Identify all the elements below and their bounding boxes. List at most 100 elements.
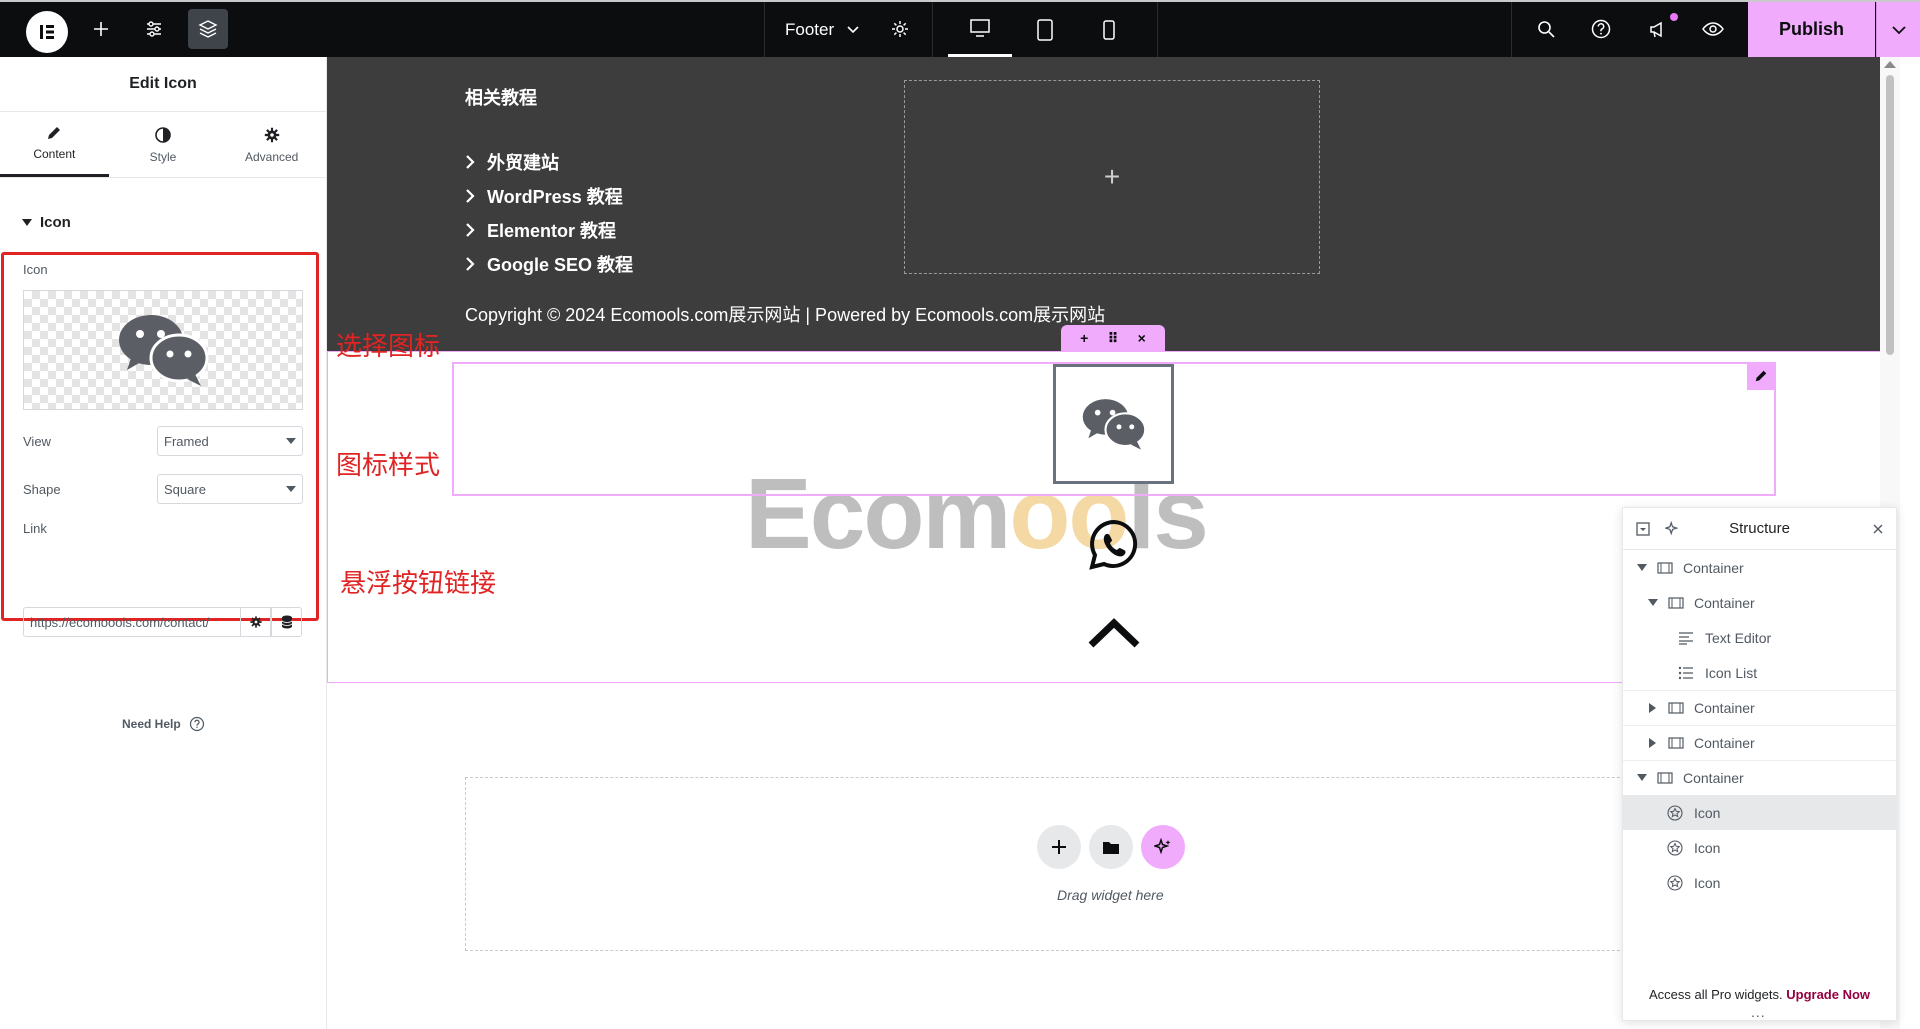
tab-advanced[interactable]: Advanced xyxy=(217,112,326,177)
desktop-icon xyxy=(970,19,990,37)
caret-down-icon xyxy=(286,486,296,492)
structure-footer: Access all Pro widgets. Upgrade Now xyxy=(1623,987,1896,1002)
structure-item-label: Icon xyxy=(1694,874,1721,891)
close-icon[interactable] xyxy=(1868,519,1888,539)
container-outline xyxy=(327,351,1900,352)
search-icon xyxy=(1538,21,1555,38)
star-circle-icon xyxy=(1667,874,1683,891)
panel-title: Edit Icon xyxy=(0,57,326,112)
tab-style[interactable]: Style xyxy=(109,112,218,177)
elementor-editor: Footer Publish Edit Icon Content Style A… xyxy=(0,0,1920,1029)
structure-item-container[interactable]: Container xyxy=(1623,690,1896,725)
structure-item-icon[interactable]: Icon xyxy=(1623,830,1896,865)
list-item[interactable]: Elementor 教程 xyxy=(465,213,633,247)
gear-icon xyxy=(249,616,262,628)
wechat-icon xyxy=(119,315,209,386)
footer-section: 相关教程 外贸建站 WordPress 教程 Elementor 教程 Goog… xyxy=(327,57,1900,351)
ai-generate-button[interactable] xyxy=(1141,825,1185,869)
list-item[interactable]: WordPress 教程 xyxy=(465,179,633,213)
caret-down-icon[interactable] xyxy=(1648,598,1658,608)
upgrade-now-link[interactable]: Upgrade Now xyxy=(1786,987,1870,1002)
tablet-view-button[interactable] xyxy=(1013,2,1077,57)
divider xyxy=(1511,2,1512,57)
list-item[interactable]: Google SEO 教程 xyxy=(465,247,633,281)
structure-item-container[interactable]: Container xyxy=(1623,725,1896,760)
mobile-icon xyxy=(1103,19,1115,40)
edit-widget-button[interactable] xyxy=(1747,362,1775,390)
shape-value: Square xyxy=(164,481,206,497)
scrollbar-thumb[interactable] xyxy=(1886,75,1894,355)
scroll-up-arrow-icon[interactable] xyxy=(1884,61,1896,68)
add-section-button[interactable] xyxy=(1037,825,1081,869)
gear-icon xyxy=(264,127,279,142)
scroll-to-top-icon[interactable] xyxy=(1087,613,1141,653)
chevron-down-icon xyxy=(847,25,859,33)
preview-button[interactable] xyxy=(1693,9,1733,49)
caret-right-icon[interactable] xyxy=(1648,738,1658,748)
search-button[interactable] xyxy=(1526,9,1566,49)
drag-handle[interactable]: ⠿ xyxy=(1108,330,1119,347)
chevron-right-icon xyxy=(466,223,475,237)
delete-container-button[interactable]: × xyxy=(1138,330,1146,346)
panel-tabs: Content Style Advanced xyxy=(0,112,326,178)
notification-dot xyxy=(1670,13,1678,21)
section-title: Icon xyxy=(40,214,71,231)
shape-select[interactable]: Square xyxy=(157,474,303,504)
add-container-button[interactable]: + xyxy=(1080,330,1088,346)
need-help-link[interactable]: Need Help xyxy=(122,716,205,732)
structure-item-icon-list[interactable]: Icon List xyxy=(1623,655,1896,690)
document-selector[interactable]: Footer xyxy=(785,2,860,57)
structure-item-container[interactable]: Container xyxy=(1623,585,1896,620)
link-options-button[interactable] xyxy=(240,607,271,637)
structure-item-label: Container xyxy=(1683,559,1744,576)
structure-item-icon[interactable]: Icon xyxy=(1623,865,1896,900)
structure-item-icon[interactable]: Icon xyxy=(1623,795,1896,830)
chevron-right-icon xyxy=(466,257,475,271)
wechat-icon-widget[interactable] xyxy=(1053,364,1174,484)
view-select[interactable]: Framed xyxy=(157,426,303,456)
dynamic-tags-button[interactable] xyxy=(271,607,302,637)
site-settings-button[interactable] xyxy=(134,9,174,49)
caret-down-icon[interactable] xyxy=(1637,773,1647,783)
container-icon xyxy=(1668,595,1684,611)
footer-heading: 相关教程 xyxy=(465,88,537,108)
publish-button[interactable]: Publish xyxy=(1748,2,1875,57)
structure-item-text-editor[interactable]: Text Editor xyxy=(1623,620,1896,655)
empty-column-placeholder[interactable]: + xyxy=(904,80,1320,274)
chevron-right-icon xyxy=(466,189,475,203)
footer-link-label: Google SEO 教程 xyxy=(487,255,634,275)
icon-picker[interactable] xyxy=(23,290,303,410)
structure-button[interactable] xyxy=(188,9,228,49)
elementor-logo-icon[interactable] xyxy=(26,11,68,53)
link-input[interactable]: https://ecomoools.com/contact/ xyxy=(23,607,241,637)
add-element-button[interactable] xyxy=(81,9,121,49)
caret-down-icon[interactable] xyxy=(1637,563,1647,573)
document-settings-button[interactable] xyxy=(880,9,920,49)
structure-item-container[interactable]: Container xyxy=(1623,760,1896,795)
section-toggle-icon[interactable]: Icon xyxy=(22,214,71,231)
tab-content[interactable]: Content xyxy=(0,112,109,177)
structure-item-container[interactable]: Container xyxy=(1623,550,1896,585)
desktop-view-button[interactable] xyxy=(948,2,1012,57)
mobile-view-button[interactable] xyxy=(1077,2,1141,57)
structure-title: Structure xyxy=(1729,520,1790,537)
need-help-label: Need Help xyxy=(122,717,181,731)
drag-widget-hint: Drag widget here xyxy=(1057,887,1164,903)
list-item[interactable]: 外贸建站 xyxy=(465,145,633,179)
add-template-button[interactable] xyxy=(1089,825,1133,869)
publish-options-button[interactable] xyxy=(1876,2,1920,57)
top-bar: Footer Publish xyxy=(0,0,1920,57)
tab-label: Style xyxy=(149,149,177,164)
plus-icon xyxy=(1052,840,1066,854)
folder-icon xyxy=(1103,842,1119,854)
document-title: Footer xyxy=(785,19,835,39)
star-circle-icon xyxy=(1667,804,1683,821)
structure-item-label: Container xyxy=(1683,770,1744,786)
whatsapp-icon[interactable] xyxy=(1086,517,1142,573)
shape-label: Shape xyxy=(23,482,61,497)
layers-icon xyxy=(198,20,218,38)
help-button[interactable] xyxy=(1581,9,1621,49)
container-outline xyxy=(327,351,328,683)
resize-grip[interactable]: ... xyxy=(1751,1004,1766,1020)
caret-right-icon[interactable] xyxy=(1648,703,1658,713)
